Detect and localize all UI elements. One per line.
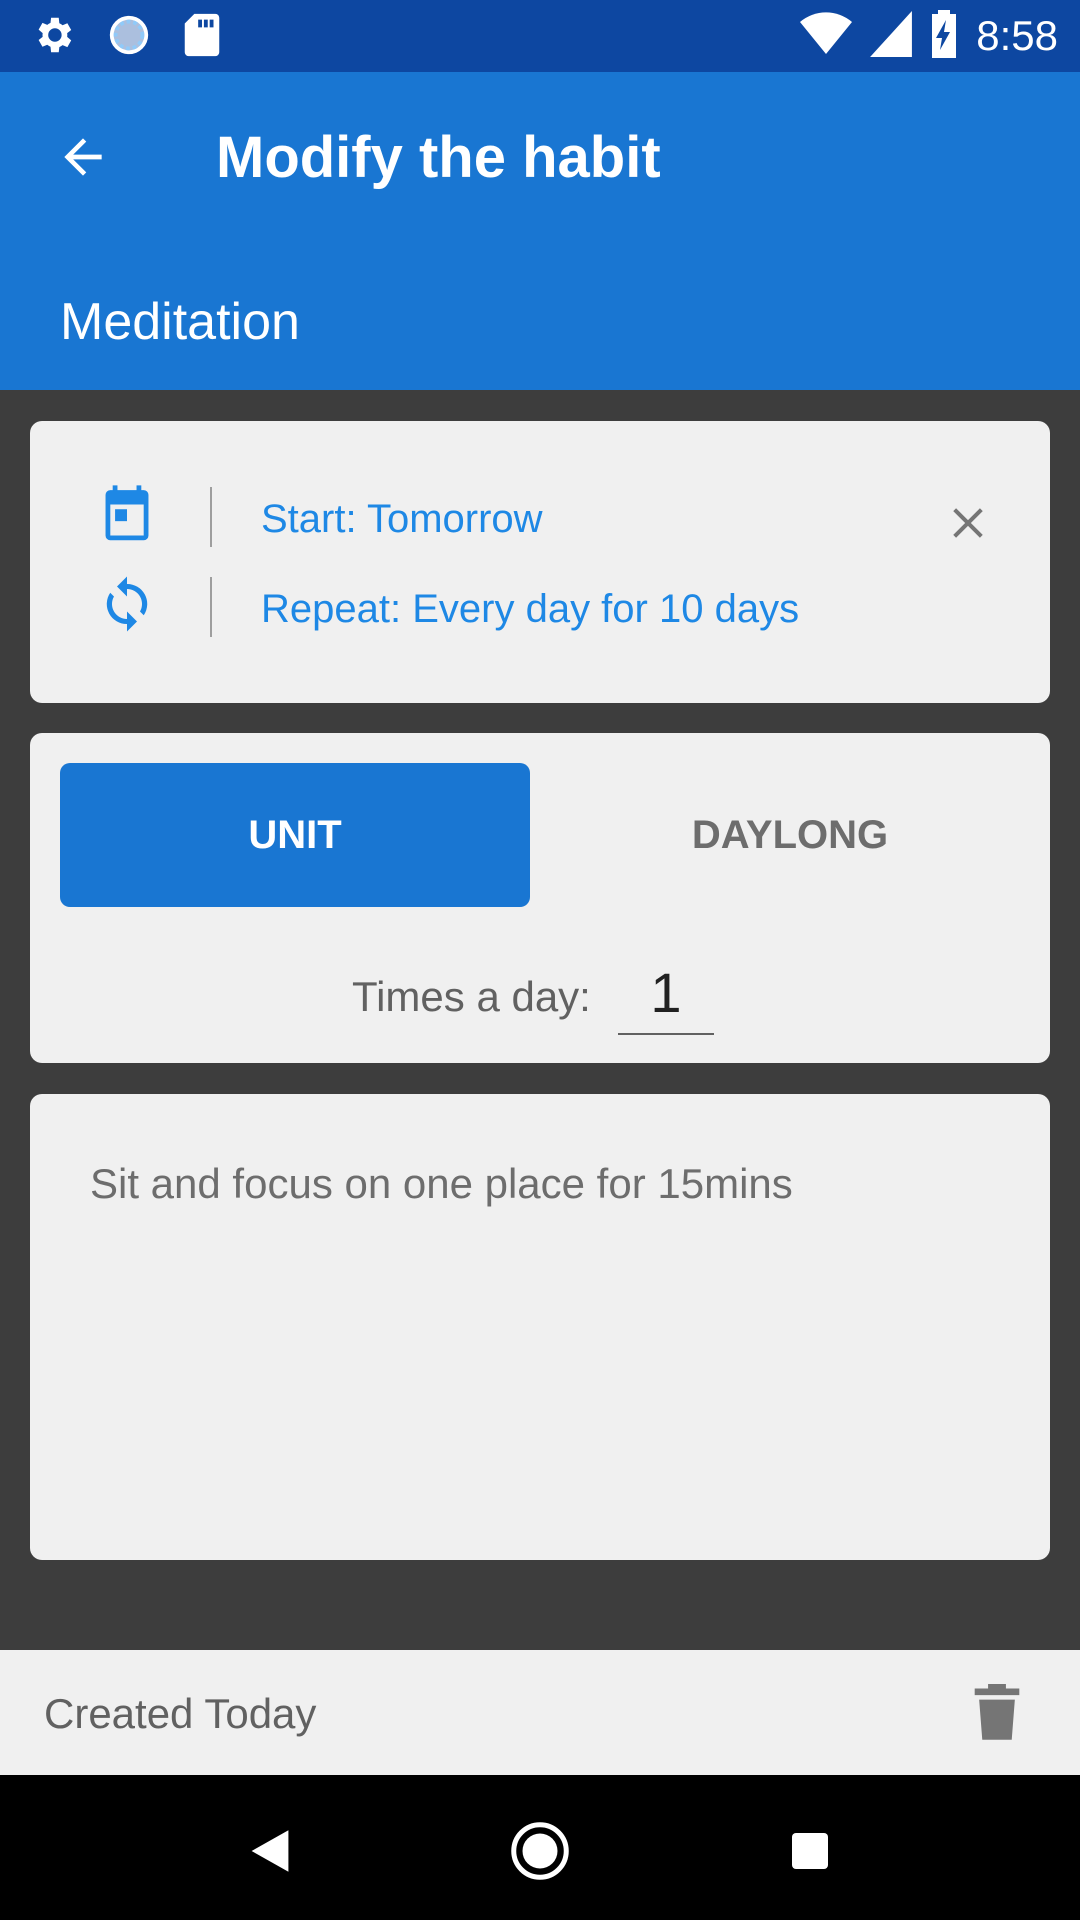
repeat-button[interactable]: Repeat: Every day for 10 days bbox=[261, 587, 799, 632]
nav-back-button[interactable] bbox=[230, 1811, 310, 1891]
repeat-icon bbox=[96, 573, 158, 635]
times-a-day-input[interactable]: 1 bbox=[618, 951, 714, 1035]
home-circle-icon bbox=[511, 1822, 569, 1880]
sd-card-icon bbox=[182, 12, 222, 63]
footer-bar: Created Today bbox=[0, 1650, 1080, 1775]
system-nav-bar bbox=[0, 1775, 1080, 1920]
triangle-back-icon bbox=[251, 1830, 289, 1872]
status-bar: 8:58 bbox=[0, 0, 1080, 72]
nav-home-button[interactable] bbox=[500, 1811, 580, 1891]
wifi-icon bbox=[800, 11, 853, 62]
times-a-day-label: Times a day: bbox=[352, 973, 591, 1020]
daylong-toggle[interactable]: DAYLONG bbox=[560, 763, 1020, 907]
loading-icon bbox=[106, 12, 152, 63]
description-card[interactable]: Sit and focus on one place for 15mins bbox=[30, 1094, 1050, 1560]
divider bbox=[210, 487, 212, 547]
trash-icon bbox=[974, 1684, 1020, 1740]
square-recents-icon bbox=[792, 1833, 828, 1869]
divider bbox=[210, 577, 212, 637]
status-left-icons bbox=[30, 12, 222, 63]
mode-card: UNIT DAYLONG Times a day: 1 bbox=[30, 733, 1050, 1063]
arrow-back-icon bbox=[64, 138, 102, 176]
unit-toggle[interactable]: UNIT bbox=[60, 763, 530, 907]
back-button[interactable] bbox=[48, 122, 118, 192]
settings-icon bbox=[30, 12, 76, 63]
start-date-button[interactable]: Start: Tomorrow bbox=[261, 497, 543, 542]
calendar-icon bbox=[96, 483, 158, 545]
status-right-icons: 8:58 bbox=[800, 8, 1058, 64]
status-time: 8:58 bbox=[976, 12, 1058, 59]
clear-schedule-button[interactable] bbox=[938, 493, 998, 553]
page-title: Modify the habit bbox=[216, 125, 661, 190]
description-field[interactable]: Sit and focus on one place for 15mins bbox=[90, 1160, 793, 1208]
nav-recents-button[interactable] bbox=[770, 1811, 850, 1891]
close-icon bbox=[953, 508, 983, 538]
created-label: Created Today bbox=[44, 1690, 317, 1737]
habit-name: Meditation bbox=[60, 293, 300, 351]
battery-charging-icon bbox=[930, 9, 958, 63]
app-bar: Modify the habit Meditation bbox=[0, 72, 1080, 390]
schedule-card: Start: Tomorrow Repeat: Every day for 10… bbox=[30, 421, 1050, 703]
cell-signal-icon bbox=[870, 10, 913, 62]
delete-button[interactable] bbox=[966, 1680, 1028, 1746]
